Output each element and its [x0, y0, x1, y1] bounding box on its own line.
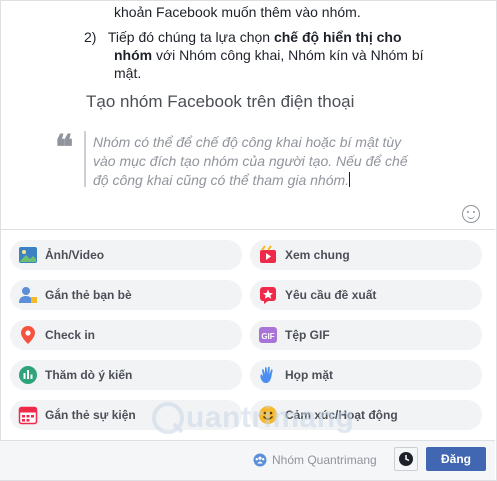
divider: [0, 229, 495, 230]
watch-party-icon: [260, 245, 276, 263]
option-tag-friends[interactable]: Gắn thẻ bạn bè: [10, 280, 242, 310]
option-label: Xem chung: [285, 248, 350, 262]
option-gif[interactable]: GIF Tệp GIF: [250, 320, 482, 350]
text-caret: [349, 172, 351, 187]
tag-friends-icon: [19, 287, 37, 303]
quote-bar: [84, 131, 86, 187]
option-label: Gắn thẻ sự kiện: [45, 408, 136, 422]
emoji-picker-icon[interactable]: [462, 205, 480, 223]
gif-icon: GIF: [259, 327, 277, 343]
option-feeling-activity[interactable]: Cảm xúc/Hoạt động: [250, 400, 482, 430]
option-label: Họp mặt: [285, 368, 333, 382]
clock-icon: [399, 452, 413, 466]
option-label: Thăm dò ý kiến: [45, 368, 133, 382]
quote-line-2: vào mục đích tạo nhóm của người tạo. Nếu…: [93, 153, 408, 169]
quote-block: Nhóm có thể để chế độ công khai hoặc bí …: [93, 133, 423, 190]
option-label: Check in: [45, 328, 96, 342]
option-recommendation[interactable]: Yêu cầu đề xuất: [250, 280, 482, 310]
step-2-bold-1: chế độ hiển thị cho: [273, 29, 402, 45]
quote-icon: ❝: [55, 128, 74, 168]
feeling-emoji-icon: [259, 406, 277, 424]
post-editor[interactable]: khoản Facebook muốn thêm vào nhóm. 2) Ti…: [0, 0, 495, 228]
photo-video-icon: [19, 247, 37, 263]
post-button[interactable]: Đăng: [426, 447, 486, 471]
text-line-1: khoản Facebook muốn thêm vào nhóm.: [114, 4, 361, 20]
quote-line-1: Nhóm có thể để chế độ công khai hoặc bí …: [93, 134, 402, 150]
option-watch-party[interactable]: Xem chung: [250, 240, 482, 270]
step-2-number: 2): [84, 29, 97, 45]
event-calendar-icon: [18, 406, 38, 425]
poll-icon: [19, 366, 37, 384]
option-photo-video[interactable]: Ảnh/Video: [10, 240, 242, 270]
recommendation-icon: [260, 287, 276, 304]
option-label: Cảm xúc/Hoạt động: [285, 408, 398, 422]
wave-hand-icon: [260, 366, 273, 383]
group-icon: [253, 453, 267, 467]
option-poll[interactable]: Thăm dò ý kiến: [10, 360, 242, 390]
section-heading: Tạo nhóm Facebook trên điện thoại: [86, 92, 355, 111]
option-label: Gắn thẻ bạn bè: [45, 288, 132, 302]
option-label: Yêu cầu đề xuất: [285, 288, 377, 302]
step-2-line-2: nhóm với Nhóm công khai, Nhóm kín và Nhó…: [114, 46, 424, 64]
option-check-in[interactable]: Check in: [10, 320, 242, 350]
option-meetup[interactable]: Họp mặt: [250, 360, 482, 390]
option-tag-event[interactable]: Gắn thẻ sự kiện: [10, 400, 242, 430]
location-pin-icon: [21, 326, 35, 344]
step-2-text: Tiếp đó chúng ta lựa chọn: [107, 29, 274, 45]
step-2-bold-2: nhóm: [114, 47, 153, 63]
svg-text:GIF: GIF: [261, 332, 274, 341]
option-label: Tệp GIF: [285, 328, 330, 342]
audience-label: Nhóm Quantrimang: [272, 453, 377, 467]
step-2-line-3: mật.: [114, 65, 142, 81]
composer-footer: [0, 440, 495, 480]
option-label: Ảnh/Video: [45, 248, 105, 262]
audience-selector[interactable]: Nhóm Quantrimang: [252, 452, 377, 468]
schedule-button[interactable]: [394, 447, 418, 471]
quote-line-3: độ công khai cũng có thể tham gia nhóm.: [93, 172, 351, 188]
step-2-line: 2) Tiếp đó chúng ta lựa chọn chế độ hiển…: [84, 28, 402, 46]
step-2-post: với Nhóm công khai, Nhóm kín và Nhóm bí: [152, 47, 424, 63]
